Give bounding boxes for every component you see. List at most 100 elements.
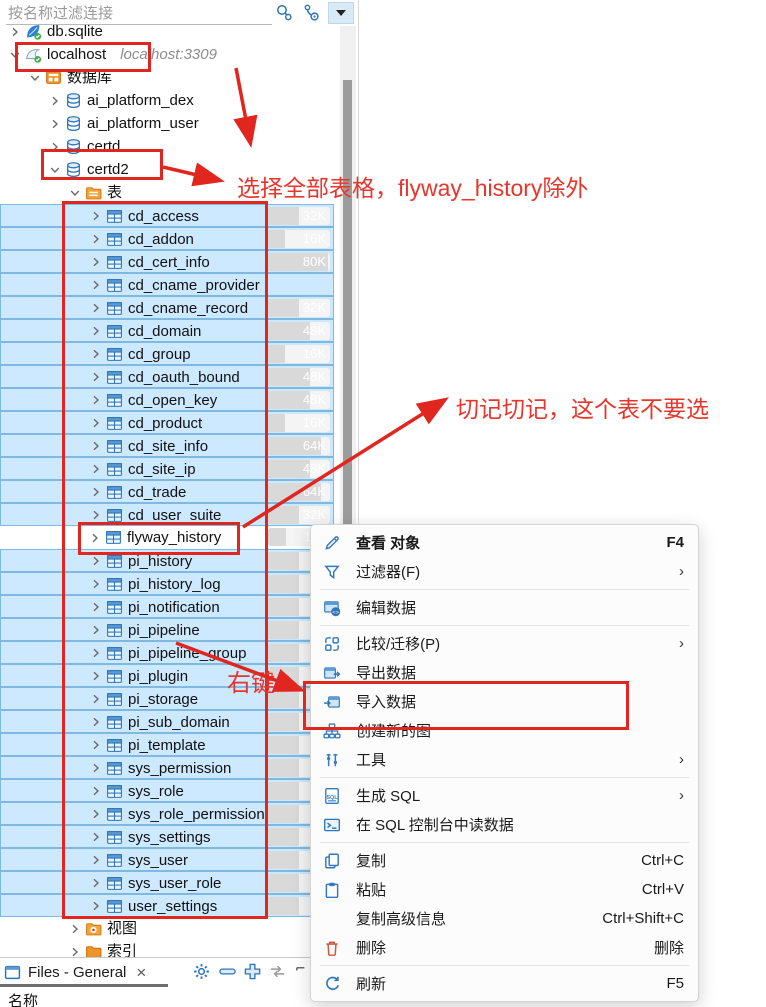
tree-item-table-cd-open-key[interactable]: cd_open_key48K	[0, 388, 334, 411]
tree-item-table-cd-addon[interactable]: cd_addon16K	[0, 227, 334, 250]
tree-item-db-certd2[interactable]: certd2	[0, 158, 334, 181]
chevron-collapsed-icon[interactable]	[89, 416, 103, 430]
tree-item-table-cd-oauth-bound[interactable]: cd_oauth_bound48K	[0, 365, 334, 388]
tree-item-table-pi-history[interactable]: pi_history	[0, 549, 334, 572]
tree-item-table-cd-domain[interactable]: cd_domain48K	[0, 319, 334, 342]
tree-item-table-sys-role-permission[interactable]: sys_role_permission	[0, 802, 334, 825]
tree-item-table-pi-template[interactable]: pi_template	[0, 733, 334, 756]
chevron-collapsed-icon[interactable]	[8, 25, 22, 39]
chevron-collapsed-icon[interactable]	[48, 117, 62, 131]
collapse-icon[interactable]	[218, 962, 238, 982]
tree-item-table-cd-site-info[interactable]: cd_site_info64K	[0, 434, 334, 457]
tree-item-folder-tables[interactable]: 表	[0, 181, 334, 204]
tree-item-table-pi-history-log[interactable]: pi_history_log	[0, 572, 334, 595]
gear-icon[interactable]	[192, 962, 212, 982]
chevron-collapsed-icon[interactable]	[89, 853, 103, 867]
menu-item-copy-advanced-info[interactable]: 复制高级信息Ctrl+Shift+C	[311, 904, 698, 933]
tree-item-table-pi-pipeline-group[interactable]: pi_pipeline_group	[0, 641, 334, 664]
chevron-collapsed-icon[interactable]	[68, 922, 82, 936]
tree-item-db-ai-platform-dex[interactable]: ai_platform_dex	[0, 89, 334, 112]
tree-item-table-cd-cname-provider[interactable]: cd_cname_provider	[0, 273, 334, 296]
chevron-collapsed-icon[interactable]	[88, 531, 102, 545]
chevron-collapsed-icon[interactable]	[89, 577, 103, 591]
link-selection-icon[interactable]	[268, 962, 288, 982]
tree-item-folder-views[interactable]: 视图	[0, 917, 334, 940]
chevron-collapsed-icon[interactable]	[89, 830, 103, 844]
chevron-collapsed-icon[interactable]	[89, 876, 103, 890]
chevron-collapsed-icon[interactable]	[89, 715, 103, 729]
chevron-collapsed-icon[interactable]	[89, 692, 103, 706]
menu-item-compare-migrate[interactable]: 比较/迁移(P)›	[311, 629, 698, 658]
chevron-collapsed-icon[interactable]	[89, 784, 103, 798]
tree-item-folder-databases[interactable]: 数据库	[0, 66, 334, 89]
menu-item-read-data-in-sql-console[interactable]: 在 SQL 控制台中读数据	[311, 810, 698, 839]
chevron-collapsed-icon[interactable]	[89, 370, 103, 384]
tree-item-table-cd-product[interactable]: cd_product16K	[0, 411, 334, 434]
chevron-collapsed-icon[interactable]	[89, 324, 103, 338]
chevron-collapsed-icon[interactable]	[48, 94, 62, 108]
chevron-collapsed-icon[interactable]	[89, 439, 103, 453]
chevron-collapsed-icon[interactable]	[89, 600, 103, 614]
tree-item-table-pi-plugin[interactable]: pi_plugin	[0, 664, 334, 687]
chevron-collapsed-icon[interactable]	[89, 232, 103, 246]
chevron-collapsed-icon[interactable]	[89, 278, 103, 292]
tree-item-connection-sqlite[interactable]: db.sqlite	[0, 20, 334, 43]
chevron-collapsed-icon[interactable]	[89, 807, 103, 821]
chevron-collapsed-icon[interactable]	[89, 623, 103, 637]
menu-item-create-diagram[interactable]: 创建新的图	[311, 716, 698, 745]
chevron-collapsed-icon[interactable]	[89, 301, 103, 315]
tree-item-folder-indexes[interactable]: 索引	[0, 940, 334, 957]
menu-item-edit-data[interactable]: <>编辑数据	[311, 593, 698, 622]
tree-item-table-sys-permission[interactable]: sys_permission	[0, 756, 334, 779]
chevron-collapsed-icon[interactable]	[89, 347, 103, 361]
chevron-collapsed-icon[interactable]	[48, 140, 62, 154]
close-icon[interactable]: ×	[136, 965, 146, 980]
menu-item-export-data[interactable]: 导出数据	[311, 658, 698, 687]
tree-item-db-certd[interactable]: certd	[0, 135, 334, 158]
chevron-collapsed-icon[interactable]	[89, 255, 103, 269]
menu-item-import-data[interactable]: 导入数据	[311, 687, 698, 716]
tree-item-table-cd-access[interactable]: cd_access32K	[0, 204, 334, 227]
chevron-collapsed-icon[interactable]	[89, 899, 103, 913]
chevron-collapsed-icon[interactable]	[89, 508, 103, 522]
tree-item-table-sys-settings[interactable]: sys_settings	[0, 825, 334, 848]
chevron-expanded-icon[interactable]	[8, 48, 22, 62]
tree-item-table-user-settings[interactable]: user_settings	[0, 894, 334, 917]
chevron-collapsed-icon[interactable]	[89, 462, 103, 476]
chevron-collapsed-icon[interactable]	[89, 738, 103, 752]
chevron-collapsed-icon[interactable]	[89, 554, 103, 568]
chevron-collapsed-icon[interactable]	[89, 669, 103, 683]
tree-item-table-cd-user-suite[interactable]: cd_user_suite32K	[0, 503, 334, 526]
chevron-collapsed-icon[interactable]	[89, 393, 103, 407]
expand-icon[interactable]	[243, 962, 263, 982]
tree-item-table-pi-pipeline[interactable]: pi_pipeline	[0, 618, 334, 641]
tree-item-table-pi-notification[interactable]: pi_notification	[0, 595, 334, 618]
tree-item-table-cd-group[interactable]: cd_group16K	[0, 342, 334, 365]
tree-item-table-pi-storage[interactable]: pi_storage	[0, 687, 334, 710]
menu-item-filters[interactable]: 过滤器(F)›	[311, 557, 698, 586]
tree-item-table-cd-cert-info[interactable]: cd_cert_info80K	[0, 250, 334, 273]
menu-item-copy[interactable]: 复制Ctrl+C	[311, 846, 698, 875]
chevron-collapsed-icon[interactable]	[68, 945, 82, 958]
chevron-expanded-icon[interactable]	[68, 186, 82, 200]
tree-item-table-sys-role[interactable]: sys_role	[0, 779, 334, 802]
chevron-collapsed-icon[interactable]	[89, 646, 103, 660]
menu-item-tools[interactable]: 工具›	[311, 745, 698, 774]
tree-item-db-ai-platform-user[interactable]: ai_platform_user	[0, 112, 334, 135]
chevron-collapsed-icon[interactable]	[89, 485, 103, 499]
tree-item-table-cd-cname-record[interactable]: cd_cname_record32K	[0, 296, 334, 319]
menu-item-paste[interactable]: 粘贴Ctrl+V	[311, 875, 698, 904]
menu-item-view-object[interactable]: 查看 对象F4	[311, 528, 698, 557]
tree-item-table-flyway-history[interactable]: flyway_history16K	[0, 526, 334, 549]
tree-item-connection-localhost[interactable]: localhostlocalhost:3309	[0, 43, 334, 66]
tree-item-table-cd-site-ip[interactable]: cd_site_ip48K	[0, 457, 334, 480]
tree-item-table-cd-trade[interactable]: cd_trade64K	[0, 480, 334, 503]
chevron-collapsed-icon[interactable]	[89, 761, 103, 775]
tree-item-table-sys-user-role[interactable]: sys_user_role	[0, 871, 334, 894]
tree-item-table-pi-sub-domain[interactable]: pi_sub_domain	[0, 710, 334, 733]
chevron-expanded-icon[interactable]	[48, 163, 62, 177]
menu-item-refresh[interactable]: 刷新F5	[311, 969, 698, 998]
chevron-collapsed-icon[interactable]	[89, 209, 103, 223]
chevron-expanded-icon[interactable]	[28, 71, 42, 85]
menu-item-generate-sql[interactable]: SQL生成 SQL›	[311, 781, 698, 810]
